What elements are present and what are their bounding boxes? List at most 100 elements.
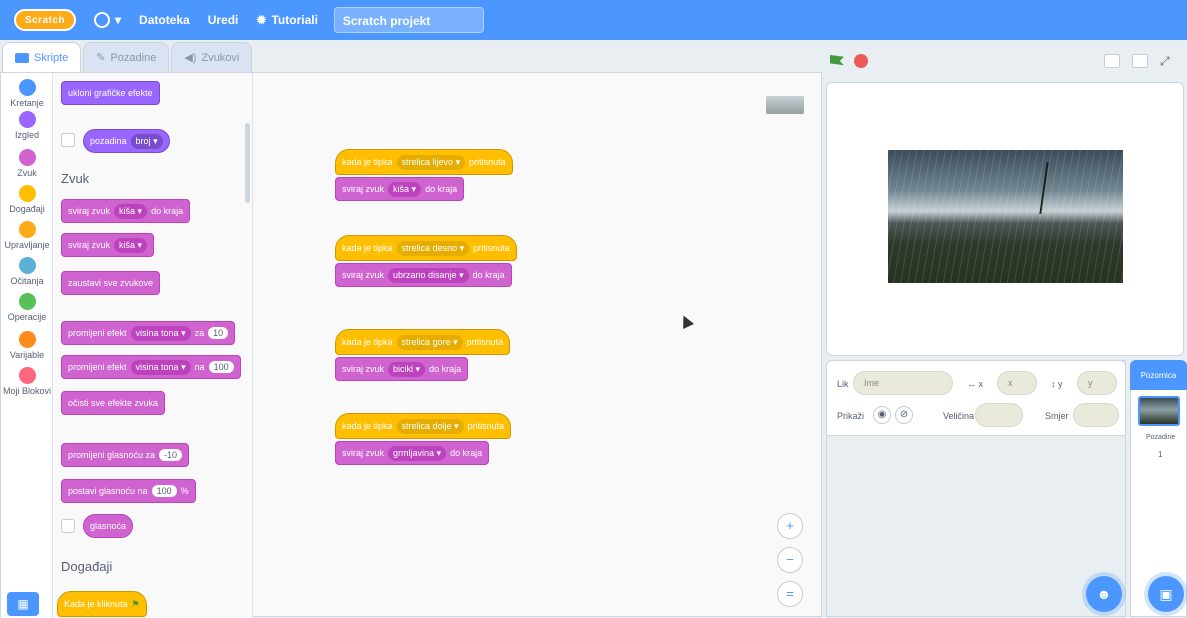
script-play-sound[interactable]: sviraj zvuk grmljavina ▾ do kraja [335,441,490,465]
script-hat-key-right[interactable]: kada je tipka strelica desno ▾ pritisnuta [335,235,517,261]
control-dot-icon [18,221,36,238]
sound-dropdown[interactable]: kiša ▾ [114,237,148,253]
checkbox[interactable] [61,519,75,533]
category-events[interactable]: Događaji [1,185,53,214]
zoom-in-button[interactable]: + [777,513,803,539]
effect-dropdown[interactable]: visina tona ▾ [130,359,191,375]
category-label: Kretanje [10,98,44,108]
block-backdrop-reporter[interactable]: pozadina broj ▾ [83,129,170,153]
category-label: Operacije [7,312,47,322]
editor-tabs: Skripte ✎ Pozadine ◀) Zvukovi [0,40,260,72]
number-input[interactable]: 10 [208,327,229,339]
sound-dropdown[interactable]: grmljavina ▾ [388,445,447,461]
category-control[interactable]: Upravljanje [1,221,53,250]
show-eye-icon[interactable]: ◉ [873,406,891,424]
script-hat-key-left[interactable]: kada je tipka strelica lijevo ▾ pritisnuta [335,149,513,175]
sound-dropdown[interactable]: bicikl ▾ [388,361,426,377]
sound-dropdown[interactable]: ubrzano disanje ▾ [388,267,469,283]
tutorials-label: Tutoriali [271,13,318,27]
block-start-sound[interactable]: sviraj zvuk kiša ▾ [61,233,155,257]
category-label: Očitanja [10,276,44,286]
number-input[interactable]: 100 [151,485,177,497]
vertical-arrows-icon: ↕ [1051,379,1056,389]
palette-scrollbar[interactable] [245,123,250,203]
section-heading-sound: Zvuk [61,171,90,186]
file-menu[interactable]: Datoteka [139,13,190,27]
stop-button[interactable] [854,54,868,68]
category-label: Upravljanje [4,240,50,250]
dropdown-value: kiša [393,183,410,194]
category-looks[interactable]: Izgled [1,111,53,140]
key-dropdown[interactable]: strelica desno ▾ [396,240,470,256]
block-when-flag-clicked[interactable]: Kada je kliknuta ⚑ [57,591,147,617]
script-play-sound[interactable]: sviraj zvuk ubrzano disanje ▾ do kraja [335,263,512,287]
zoom-out-button[interactable]: − [777,547,803,573]
sound-dropdown[interactable]: kiša ▾ [114,203,148,219]
checkbox[interactable] [61,133,75,147]
category-motion[interactable]: Kretanje [1,79,53,108]
tutorials-menu[interactable]: ✹ Tutoriali [256,13,318,27]
scratch-logo[interactable]: Scratch [14,9,76,31]
y-input[interactable]: y [1077,371,1117,395]
script-play-sound[interactable]: sviraj zvuk bicikl ▾ do kraja [335,357,469,381]
stage-target-header: Pozornica [1130,360,1187,390]
script-area[interactable]: kada je tipka strelica lijevo ▾ pritisnuta… [253,73,823,618]
fullscreen-icon[interactable]: ⤢ [1160,54,1176,68]
backdrop-dropdown[interactable]: broj ▾ [130,133,163,149]
block-volume-reporter[interactable]: glasnoća [83,514,134,538]
number-input[interactable]: -10 [159,449,183,461]
key-dropdown[interactable]: strelica dolje ▾ [396,418,464,434]
block-text: kada je tipka [342,243,393,253]
green-flag-button[interactable] [830,55,844,66]
block-change-volume[interactable]: promijeni glasnoću za -10 [61,443,190,467]
number-input[interactable]: 100 [208,361,234,373]
key-dropdown[interactable]: strelica lijevo ▾ [396,154,466,170]
block-change-effect[interactable]: promijeni efekt visina tona ▾ za 10 [61,321,236,345]
variables-dot-icon [18,331,36,348]
backdrop-thumbnail[interactable] [1138,396,1180,426]
block-set-effect[interactable]: promijeni efekt visina tona ▾ na 100 [61,355,241,379]
block-text: do kraja [450,448,483,458]
tab-costumes[interactable]: ✎ Pozadine [83,42,170,72]
block-stop-all-sounds[interactable]: zaustavi sve zvukove [61,271,161,295]
script-hat-key-down[interactable]: kada je tipka strelica dolje ▾ pritisnuta [335,413,512,439]
project-title-input[interactable]: Scratch projekt [333,7,484,33]
block-text: do kraja [425,184,458,194]
tab-code[interactable]: Skripte [2,42,82,72]
language-menu[interactable]: ▾ [94,12,121,28]
add-sprite-button[interactable]: ☻ [1086,576,1122,612]
category-sensing[interactable]: Očitanja [1,257,53,286]
block-text: ukloni grafičke efekte [68,88,153,98]
dropdown-value: ubrzano disanje [393,269,457,280]
effect-dropdown[interactable]: visina tona ▾ [130,325,191,341]
block-text: promijeni glasnoću za [68,450,156,460]
category-label: Zvuk [17,168,37,178]
script-play-sound[interactable]: sviraj zvuk kiša ▾ do kraja [335,177,465,201]
add-backdrop-button[interactable]: ▣ [1148,576,1184,612]
block-clear-graphic-effects[interactable]: ukloni grafičke efekte [61,81,160,105]
direction-input[interactable] [1073,403,1119,427]
normal-stage-button[interactable] [1132,54,1148,68]
sprite-name-input[interactable]: Ime [853,371,953,395]
edit-menu[interactable]: Uredi [208,13,239,27]
category-my-blocks[interactable]: Moji Blokovi [1,367,53,396]
x-input[interactable]: x [997,371,1037,395]
block-text: sviraj zvuk [68,240,111,250]
speaker-icon: ◀) [184,52,197,64]
size-input[interactable] [975,403,1023,427]
sound-dropdown[interactable]: kiša ▾ [388,181,422,197]
block-clear-sound-effects[interactable]: očisti sve efekte zvuka [61,391,166,415]
tab-sounds[interactable]: ◀) Zvukovi [171,42,253,72]
block-set-volume[interactable]: postavi glasnoću na 100% [61,479,196,503]
category-sound[interactable]: Zvuk [1,149,53,178]
category-label: Moji Blokovi [2,386,51,396]
hide-eye-icon[interactable]: ⊘ [895,406,913,424]
category-variables[interactable]: Varijable [1,331,53,360]
script-hat-key-up[interactable]: kada je tipka strelica gore ▾ pritisnuta [335,329,511,355]
zoom-reset-button[interactable]: = [777,581,803,607]
key-dropdown[interactable]: strelica gore ▾ [396,334,463,350]
add-extension-button[interactable]: ▦ [7,592,39,616]
block-play-sound-until-done[interactable]: sviraj zvuk kiša ▾ do kraja [61,199,191,223]
category-operators[interactable]: Operacije [1,293,53,322]
small-stage-button[interactable] [1104,54,1120,68]
